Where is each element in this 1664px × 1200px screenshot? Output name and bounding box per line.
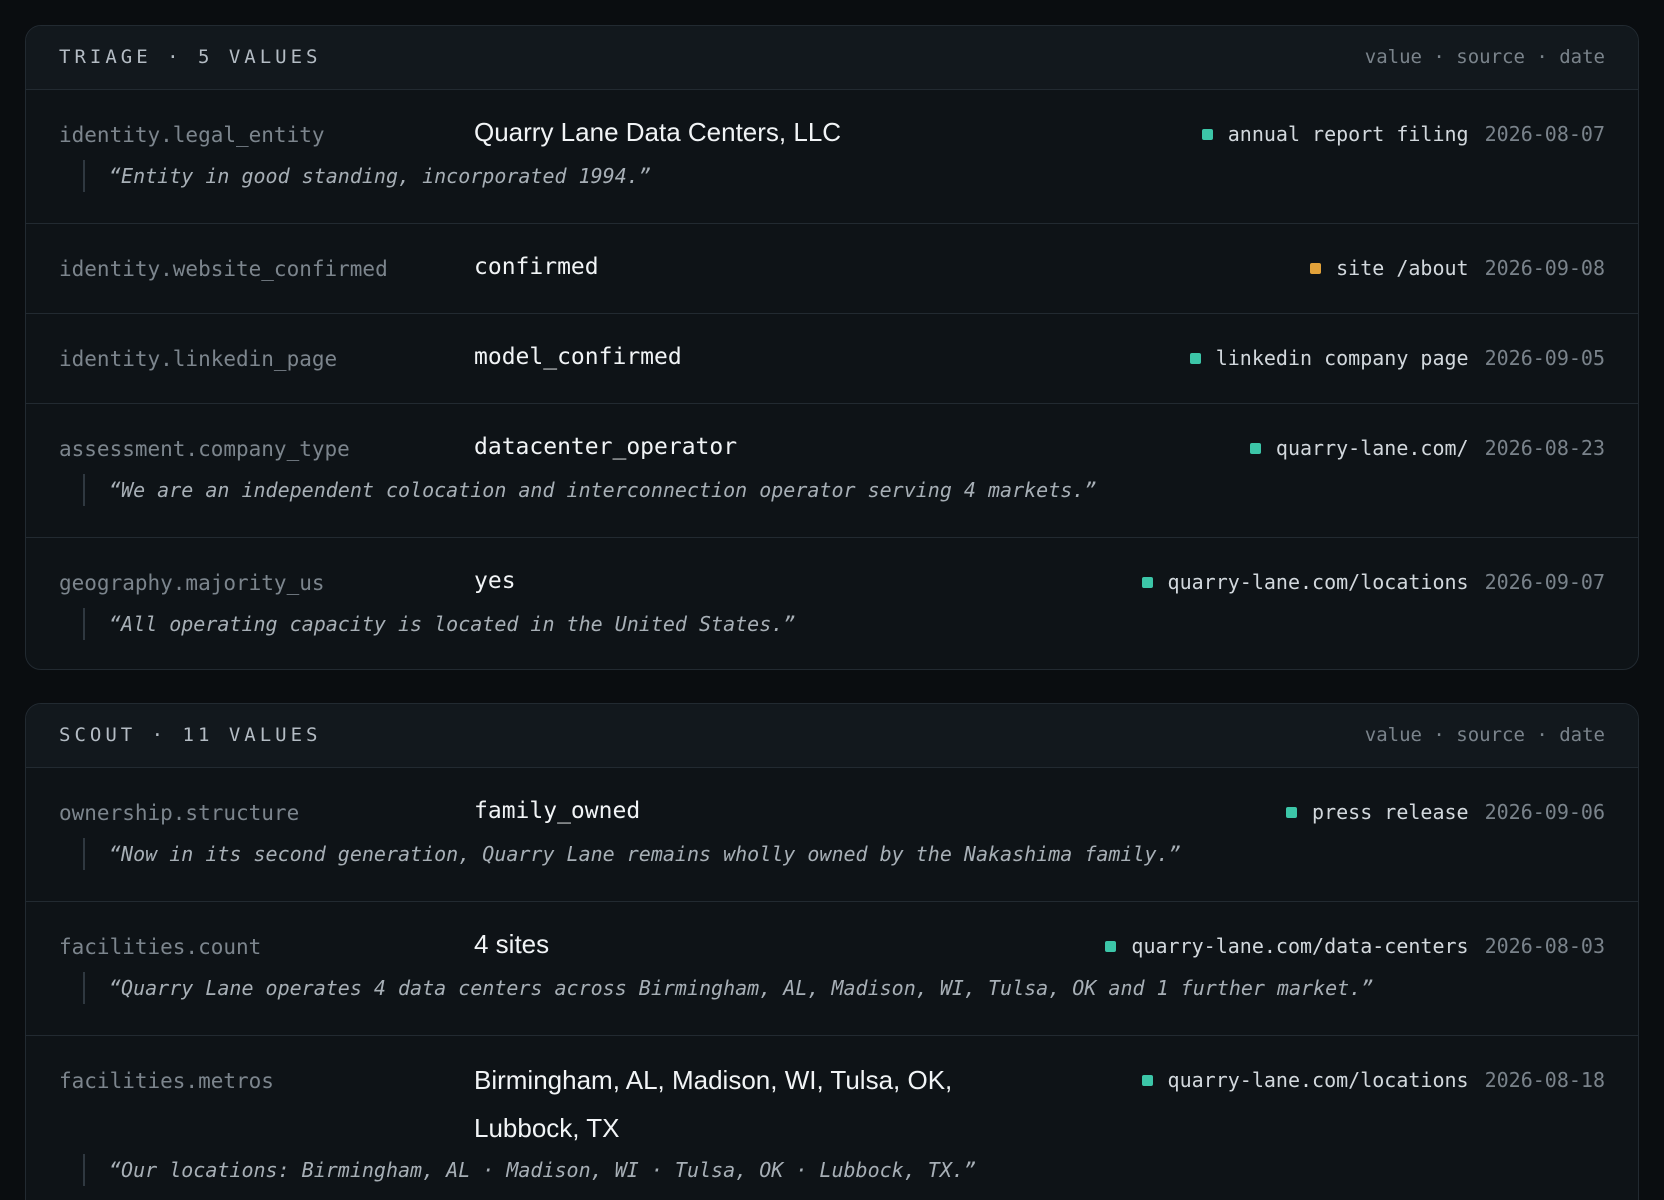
field-key: identity.website_confirmed xyxy=(59,257,388,281)
triage-panel: TRIAGE · 5 VALUES value · source · date … xyxy=(25,25,1639,670)
source-link[interactable]: press release xyxy=(1312,800,1469,824)
evidence-quote: “All operating capacity is located in th… xyxy=(83,608,795,640)
field-key: identity.linkedin_page xyxy=(59,347,338,371)
source-link[interactable]: linkedin company page xyxy=(1216,346,1469,370)
source-date: 2026-08-23 xyxy=(1484,436,1605,460)
triage-panel-legend: value · source · date xyxy=(1364,46,1605,68)
source-meta: site /about 2026-09-08 xyxy=(1310,256,1605,280)
evidence-row-company-type[interactable]: assessment.company_type datacenter_opera… xyxy=(26,404,1638,538)
evidence-quote: “Now in its second generation, Quarry La… xyxy=(83,838,1181,870)
evidence-row-website-confirmed[interactable]: identity.website_confirmed confirmed sit… xyxy=(26,224,1638,314)
evidence-row-facilities-count[interactable]: facilities.count 4 sites quarry-lane.com… xyxy=(26,902,1638,1036)
field-key: identity.legal_entity xyxy=(59,123,325,147)
status-verified-icon xyxy=(1141,576,1153,588)
field-value: Birmingham, AL, Madison, WI, Tulsa, OK, … xyxy=(474,1065,953,1143)
source-link[interactable]: quarry-lane.com/ xyxy=(1276,436,1469,460)
triage-panel-header: TRIAGE · 5 VALUES value · source · date xyxy=(26,26,1638,90)
scout-panel-header: SCOUT · 11 VALUES value · source · date xyxy=(26,704,1638,768)
source-link[interactable]: quarry-lane.com/locations xyxy=(1168,1068,1469,1092)
status-verified-icon xyxy=(1201,128,1213,140)
field-value: Quarry Lane Data Centers, LLC xyxy=(474,117,842,147)
evidence-quote: “Entity in good standing, incorporated 1… xyxy=(83,160,651,192)
source-meta: linkedin company page 2026-09-05 xyxy=(1189,346,1605,370)
status-verified-icon xyxy=(1286,806,1298,818)
source-link[interactable]: site /about xyxy=(1336,256,1468,280)
source-date: 2026-08-18 xyxy=(1484,1068,1605,1092)
field-key: facilities.metros xyxy=(59,1069,274,1093)
source-date: 2026-09-05 xyxy=(1484,346,1605,370)
source-date: 2026-08-03 xyxy=(1484,934,1605,958)
status-verified-icon xyxy=(1141,1074,1153,1086)
source-meta: press release 2026-09-06 xyxy=(1286,800,1605,824)
field-value: family_owned xyxy=(474,798,641,824)
source-link[interactable]: quarry-lane.com/data-centers xyxy=(1131,934,1468,958)
evidence-row-legal-entity[interactable]: identity.legal_entity Quarry Lane Data C… xyxy=(26,90,1638,224)
source-date: 2026-08-07 xyxy=(1484,122,1605,146)
evidence-row-linkedin-page[interactable]: identity.linkedin_page model_confirmed l… xyxy=(26,314,1638,404)
field-key: ownership.structure xyxy=(59,801,300,825)
scout-panel-legend: value · source · date xyxy=(1364,724,1605,746)
status-partial-icon xyxy=(1310,262,1322,274)
field-value: datacenter_operator xyxy=(474,434,738,460)
field-value: 4 sites xyxy=(474,929,550,959)
status-verified-icon xyxy=(1249,442,1261,454)
evidence-quote: “We are an independent colocation and in… xyxy=(83,474,1096,506)
source-link[interactable]: quarry-lane.com/locations xyxy=(1168,570,1469,594)
triage-panel-title: TRIAGE · 5 VALUES xyxy=(59,46,322,68)
source-link[interactable]: annual report filing xyxy=(1228,122,1469,146)
evidence-quote: “Quarry Lane operates 4 data centers acr… xyxy=(83,972,1373,1004)
status-verified-icon xyxy=(1189,352,1201,364)
source-meta: quarry-lane.com/locations 2026-08-18 xyxy=(1141,1068,1605,1092)
field-value: confirmed xyxy=(474,254,599,280)
field-value: yes xyxy=(474,568,516,594)
scout-panel: SCOUT · 11 VALUES value · source · date … xyxy=(25,703,1639,1200)
source-date: 2026-09-07 xyxy=(1484,570,1605,594)
field-key: facilities.count xyxy=(59,935,262,959)
status-verified-icon xyxy=(1105,940,1117,952)
field-value: model_confirmed xyxy=(474,344,682,370)
field-key: assessment.company_type xyxy=(59,437,350,461)
source-meta: quarry-lane.com/locations 2026-09-07 xyxy=(1141,570,1605,594)
evidence-row-facilities-metros[interactable]: facilities.metros Birmingham, AL, Madiso… xyxy=(26,1036,1638,1200)
field-key: geography.majority_us xyxy=(59,571,325,595)
source-date: 2026-09-08 xyxy=(1484,256,1605,280)
evidence-quote: “Our locations: Birmingham, AL · Madison… xyxy=(83,1154,976,1186)
evidence-row-majority-us[interactable]: geography.majority_us yes quarry-lane.co… xyxy=(26,538,1638,669)
scout-panel-title: SCOUT · 11 VALUES xyxy=(59,724,322,746)
source-meta: quarry-lane.com/data-centers 2026-08-03 xyxy=(1105,934,1605,958)
source-date: 2026-09-06 xyxy=(1484,800,1605,824)
source-meta: quarry-lane.com/ 2026-08-23 xyxy=(1249,436,1605,460)
evidence-row-ownership-structure[interactable]: ownership.structure family_owned press r… xyxy=(26,768,1638,902)
source-meta: annual report filing 2026-08-07 xyxy=(1201,122,1605,146)
